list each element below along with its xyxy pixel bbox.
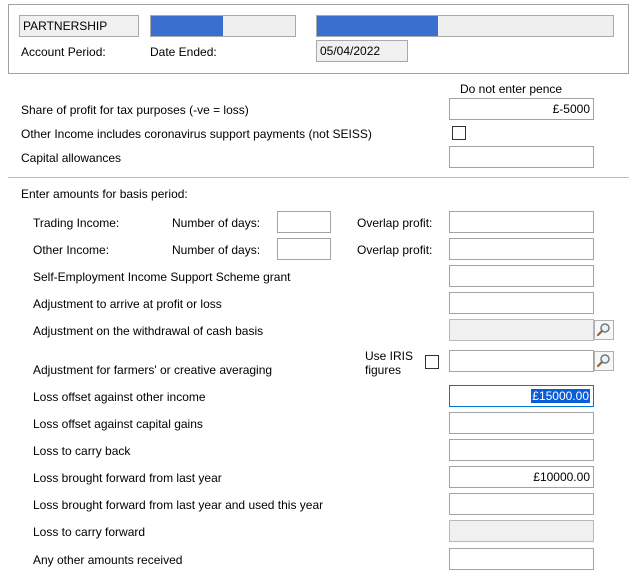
- share-of-profit-input[interactable]: £-5000: [449, 98, 594, 120]
- loss-other-income-input[interactable]: £15000.00: [449, 385, 594, 407]
- cash-basis-lookup-button[interactable]: [594, 320, 614, 340]
- date-ended-field: 05/04/2022: [316, 40, 408, 62]
- status-progress-bar: [316, 15, 614, 37]
- entity-type-value: PARTNERSHIP: [23, 19, 108, 33]
- share-of-profit-label: Share of profit for tax purposes (-ve = …: [21, 103, 249, 117]
- coronavirus-support-label: Other Income includes coronavirus suppor…: [21, 127, 372, 141]
- section-divider: [8, 177, 629, 178]
- date-ended-label: Date Ended:: [150, 45, 217, 59]
- loss-bf-value: £10000.00: [533, 470, 590, 484]
- status-progress-fill: [317, 16, 439, 36]
- date-ended-value: 05/04/2022: [320, 44, 381, 58]
- use-iris-label-line2: figures: [365, 363, 402, 377]
- share-of-profit-value: £-5000: [552, 102, 590, 116]
- pence-note: Do not enter pence: [460, 82, 563, 96]
- loss-cf-input: [449, 520, 594, 542]
- entity-type-field: PARTNERSHIP: [19, 15, 139, 37]
- other-overlap-label: Overlap profit:: [357, 243, 433, 257]
- capital-allowances-label: Capital allowances: [21, 151, 122, 165]
- loss-bf-input[interactable]: £10000.00: [449, 466, 594, 488]
- adjustment-profit-input[interactable]: [449, 292, 594, 314]
- period-progress-fill: [151, 16, 223, 36]
- other-days-input[interactable]: [277, 238, 331, 260]
- trading-income-label: Trading Income:: [33, 216, 120, 230]
- coronavirus-support-checkbox[interactable]: [452, 126, 466, 140]
- other-overlap-input[interactable]: [449, 238, 594, 260]
- loss-carry-back-input[interactable]: [449, 439, 594, 461]
- trading-days-label: Number of days:: [172, 216, 261, 230]
- adjustment-profit-label: Adjustment to arrive at profit or loss: [33, 297, 222, 311]
- other-amounts-label: Any other amounts received: [33, 553, 183, 567]
- period-progress-bar: [150, 15, 296, 37]
- adjustment-cash-basis-label: Adjustment on the withdrawal of cash bas…: [33, 324, 264, 338]
- loss-capital-gains-label: Loss offset against capital gains: [33, 417, 203, 431]
- loss-capital-gains-input[interactable]: [449, 412, 594, 434]
- farmers-lookup-button[interactable]: [594, 351, 614, 371]
- adjustment-farmers-label: Adjustment for farmers' or creative aver…: [33, 363, 273, 377]
- loss-carry-back-label: Loss to carry back: [33, 444, 131, 458]
- seiss-grant-label: Self-Employment Income Support Scheme gr…: [33, 270, 291, 284]
- loss-bf-used-label: Loss brought forward from last year and …: [33, 498, 324, 512]
- trading-overlap-input[interactable]: [449, 211, 594, 233]
- account-period-label: Account Period:: [21, 45, 106, 59]
- loss-other-income-value: £15000.00: [531, 389, 590, 403]
- loss-bf-label: Loss brought forward from last year: [33, 471, 222, 485]
- other-income-label: Other Income:: [33, 243, 110, 257]
- adjustment-cash-basis-input[interactable]: [449, 319, 594, 341]
- magnifier-icon: [596, 323, 610, 337]
- use-iris-figures-checkbox[interactable]: [425, 355, 439, 369]
- loss-bf-used-input[interactable]: [449, 493, 594, 515]
- seiss-grant-input[interactable]: [449, 265, 594, 287]
- loss-other-income-label: Loss offset against other income: [33, 390, 206, 404]
- trading-overlap-label: Overlap profit:: [357, 216, 433, 230]
- basis-period-heading: Enter amounts for basis period:: [21, 187, 188, 201]
- loss-cf-label: Loss to carry forward: [33, 525, 146, 539]
- capital-allowances-input[interactable]: [449, 146, 594, 168]
- other-days-label: Number of days:: [172, 243, 261, 257]
- other-amounts-input[interactable]: [449, 548, 594, 570]
- use-iris-label-line1: Use IRIS: [365, 349, 414, 363]
- adjustment-farmers-input[interactable]: [449, 350, 594, 372]
- trading-days-input[interactable]: [277, 211, 331, 233]
- magnifier-icon: [596, 354, 610, 368]
